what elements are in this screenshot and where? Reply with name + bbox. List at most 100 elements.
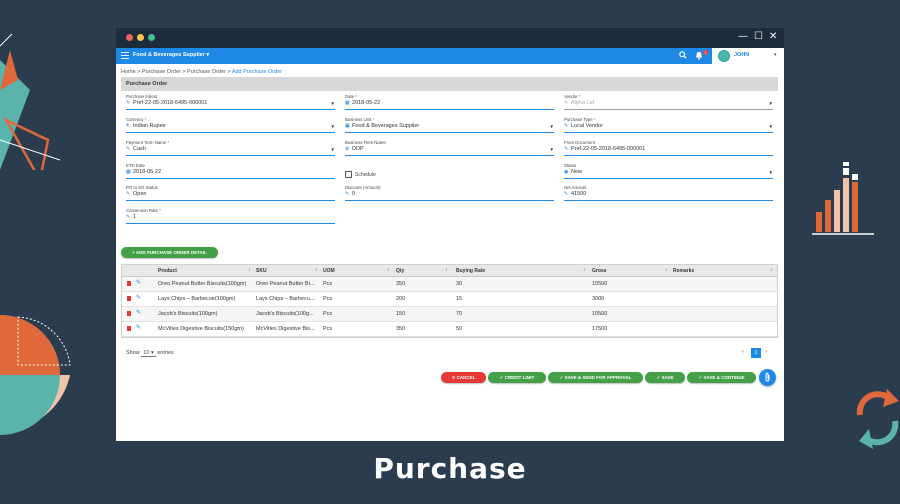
table-row: ✎ Lays Chips – Barbecue(100gm) Lays Chip… [122, 292, 777, 307]
sort-icon[interactable]: ↕ [445, 267, 448, 273]
chevron-down-icon[interactable]: ▼ [331, 147, 335, 152]
schedule-label: Schedule [355, 171, 376, 178]
schedule-checkbox[interactable] [345, 171, 352, 179]
business-unit-label: Business Unit [345, 117, 372, 122]
sort-icon[interactable]: ↕ [248, 267, 251, 273]
close-icon[interactable]: ✕ [769, 31, 777, 43]
calendar-icon: ▦ [345, 100, 350, 106]
conversion-rate-field[interactable]: Conversion Rate * ✎ 1 [126, 208, 335, 224]
po-status-value: Open [133, 191, 147, 197]
purchase-indent-field[interactable]: Purchase Indent ✎ Pref-22-05-2018-6495-00… [126, 94, 335, 110]
sort-icon[interactable]: ↕ [387, 267, 390, 273]
calendar-icon: ▦ [126, 169, 131, 175]
bell-icon[interactable] [695, 51, 703, 60]
search-icon[interactable] [679, 51, 687, 59]
edit-icon[interactable]: ✎ [136, 279, 141, 286]
header-gross[interactable]: Gross [592, 268, 606, 274]
attach-button[interactable] [759, 369, 776, 386]
from-document-field[interactable]: From Document ✎ Pref-22-05-2018-6495-0000… [564, 140, 773, 156]
header-remarks[interactable]: Remarks [673, 268, 694, 274]
previous-page-icon[interactable]: ‹ [742, 349, 744, 355]
minimize-dot-icon[interactable] [137, 34, 144, 41]
chevron-down-icon[interactable]: ▼ [769, 124, 773, 129]
chevron-down-icon[interactable]: ▼ [550, 147, 554, 152]
chevron-down-icon[interactable]: ▼ [769, 101, 773, 106]
payment-term-value: Cash [133, 146, 146, 152]
company-selector[interactable]: Food & Beverages Supplier ▾ [133, 52, 209, 58]
sort-icon[interactable]: ↕ [583, 267, 586, 273]
add-purchase-order-detail-button[interactable]: + ADD PURCHASE ORDER DETAIL [121, 247, 218, 258]
header-sku[interactable]: SKU [256, 268, 267, 274]
discount-value: 0 [352, 191, 356, 197]
business-term-label: Business Term Name [345, 140, 386, 145]
edit-icon[interactable]: ✎ [136, 324, 141, 331]
sort-icon[interactable]: ↕ [315, 267, 318, 273]
tag-icon: ✎ [126, 146, 131, 152]
cell-sku: Oreo Peanut Butter Bi... [256, 281, 315, 287]
user-menu[interactable]: JOHN ▾ [712, 48, 784, 64]
entries-select[interactable]: 10 ▾ [141, 350, 156, 357]
cell-uom: Pcs [323, 281, 333, 287]
currency-field[interactable]: Currency * ₹ Indian Rupee ▼ [126, 117, 335, 133]
date-field[interactable]: Date * ▦ 2018-05-22 [345, 94, 554, 110]
tag-icon: ✎ [564, 100, 569, 106]
cell-qty: 150 [396, 311, 406, 317]
delete-icon[interactable] [127, 311, 131, 316]
etd-date-field[interactable]: ETD Date ▦ 2018-05-22 [126, 163, 335, 179]
cell-uom: Pcs [323, 311, 333, 317]
header-qty[interactable]: Qty [396, 268, 404, 274]
schedule-checkbox-field[interactable]: Schedule [345, 166, 376, 184]
po-status-label: PO to SO Status [126, 185, 158, 190]
header-buying-rate[interactable]: Buying Rate [456, 268, 485, 274]
credit-limit-button[interactable]: ✓ CREDIT LIMIT [488, 372, 546, 383]
save-and-send-for-approval-button[interactable]: ✓ SAVE & SEND FOR APPROVAL [548, 372, 643, 383]
discount-field[interactable]: Discount (Amount) ✎ 0 [345, 185, 554, 201]
required-mark: * [159, 208, 161, 213]
notification-badge: 1 [703, 50, 708, 55]
payment-term-field[interactable]: Payment Term Name * ✎ Cash ▼ [126, 140, 335, 156]
sort-icon[interactable]: ↕ [665, 267, 668, 273]
save-button[interactable]: ✓ SAVE [645, 372, 685, 383]
status-label: Status [564, 163, 577, 168]
app-header: Food & Beverages Supplier ▾ 1 JOHN ▾ [116, 48, 784, 64]
chevron-down-icon[interactable]: ▼ [331, 101, 335, 106]
decorative-triangle-graphic [0, 33, 61, 170]
business-unit-field[interactable]: Business Unit * ▣ Food & Beverages Suppli… [345, 117, 554, 133]
minimize-icon[interactable]: — [738, 31, 748, 43]
header-product[interactable]: Product [158, 268, 177, 274]
breadcrumb-path[interactable]: Home > Purchase Order > Purchase Order > [121, 69, 232, 75]
net-amount-field[interactable]: Net Amount ✎ 41500 [564, 185, 773, 201]
status-field[interactable]: Status ◉ New ▼ [564, 163, 773, 179]
status-icon: ◉ [564, 169, 569, 175]
chevron-down-icon[interactable]: ▼ [550, 124, 554, 129]
cell-buying-rate: 50 [456, 326, 463, 332]
chevron-down-icon[interactable]: ▼ [769, 170, 773, 175]
header-uom[interactable]: UOM [323, 268, 335, 274]
maximize-dot-icon[interactable] [148, 34, 155, 41]
menu-icon[interactable] [121, 52, 129, 59]
purchase-type-field[interactable]: Purchase Type * ✎ Local Vendor ▼ [564, 117, 773, 133]
business-term-field[interactable]: Business Term Name ⊕ DDP ▼ [345, 140, 554, 156]
purchase-type-value: Local Vendor [571, 123, 604, 129]
page-number-button[interactable]: 1 [751, 348, 761, 358]
delete-icon[interactable] [127, 296, 131, 301]
chevron-down-icon[interactable]: ▼ [331, 124, 335, 129]
currency-value: Indian Rupee [133, 123, 166, 129]
next-page-icon[interactable]: › [765, 349, 767, 355]
po-status-field[interactable]: PO to SO Status ✎ Open [126, 185, 335, 201]
maximize-icon[interactable]: ☐ [754, 31, 763, 43]
sort-icon[interactable]: ↕ [770, 267, 773, 273]
from-document-label: From Document [564, 140, 595, 145]
edit-icon[interactable]: ✎ [136, 294, 141, 301]
save-and-continue-button[interactable]: ✓ SAVE & CONTINUE [687, 372, 756, 383]
edit-icon[interactable]: ✎ [136, 309, 141, 316]
delete-icon[interactable] [127, 281, 131, 286]
vendor-field[interactable]: Vendor * ✎ Alpha Ltd ▼ [564, 94, 773, 110]
required-mark: * [167, 140, 170, 145]
close-dot-icon[interactable] [126, 34, 133, 41]
cancel-button[interactable]: ✕ CANCEL [441, 372, 486, 383]
page-caption: Purchase [373, 452, 527, 485]
edit-icon: ✎ [126, 191, 131, 197]
delete-icon[interactable] [127, 326, 131, 331]
cell-sku: McVities Digestive Bis... [256, 326, 315, 332]
